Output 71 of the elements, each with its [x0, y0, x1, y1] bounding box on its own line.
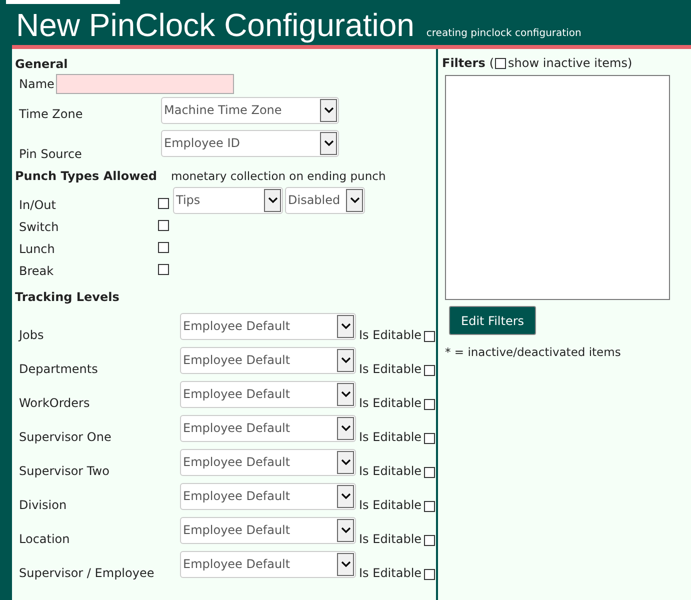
- punch-type-label: Switch: [19, 219, 60, 236]
- collection-state-dropdown[interactable]: Disabled: [285, 186, 365, 214]
- tracking-label: Location: [19, 531, 71, 548]
- page-title: New PinClock Configuration: [16, 6, 414, 45]
- chevron-down-icon: [340, 459, 350, 466]
- punch-type-label: Lunch: [19, 241, 56, 258]
- editable-checkbox[interactable]: [424, 331, 435, 342]
- editable-checkbox[interactable]: [424, 433, 435, 444]
- editable-checkbox[interactable]: [424, 399, 435, 410]
- tracking-dropdown[interactable]: Employee Default: [180, 449, 356, 476]
- editable-label: Is Editable: [359, 497, 422, 514]
- section-heading: Tracking Levels: [15, 289, 120, 306]
- show-inactive-label: show inactive items): [508, 55, 632, 72]
- tracking-label: Supervisor Two: [19, 463, 110, 480]
- tracking-dropdown[interactable]: Employee Default: [180, 415, 356, 442]
- field-label: Name: [19, 76, 54, 93]
- editable-label: Is Editable: [359, 463, 422, 480]
- chevron-down-icon: [340, 493, 350, 500]
- tracking-dropdown[interactable]: Employee Default: [180, 381, 356, 408]
- tracking-dropdown[interactable]: Employee Default: [180, 517, 356, 544]
- open-paren: (: [489, 55, 494, 72]
- page-subtitle: creating pinclock configuration: [426, 27, 582, 41]
- chevron-down-icon: [340, 323, 350, 330]
- chevron-down-icon: [340, 425, 350, 432]
- editable-label: Is Editable: [359, 565, 422, 582]
- editable-label: Is Editable: [359, 361, 422, 378]
- chevron-down-icon: [340, 391, 350, 398]
- time-zone-dropdown[interactable]: Machine Time Zone: [161, 97, 339, 124]
- chevron-down-icon: [340, 561, 350, 568]
- collection-note: monetary collection on ending punch: [171, 168, 386, 185]
- tracking-label: Departments: [19, 361, 99, 378]
- editable-checkbox[interactable]: [424, 365, 435, 376]
- tracking-dropdown[interactable]: Employee Default: [180, 313, 356, 340]
- edit-filters-button[interactable]: Edit Filters: [449, 306, 536, 335]
- field-label: Pin Source: [19, 146, 83, 163]
- chevron-down-icon: [268, 196, 278, 204]
- collection-type-dropdown[interactable]: Tips: [173, 186, 283, 214]
- checkbox[interactable]: [158, 220, 169, 231]
- tracking-label: WorkOrders: [19, 395, 91, 412]
- editable-checkbox[interactable]: [424, 501, 435, 512]
- field-label: Time Zone: [19, 106, 84, 123]
- section-heading: General: [15, 56, 69, 73]
- chevron-down-icon: [340, 357, 350, 364]
- chevron-down-icon: [324, 140, 334, 147]
- pin-source-dropdown[interactable]: Employee ID: [161, 130, 339, 157]
- tracking-dropdown[interactable]: Employee Default: [180, 347, 356, 374]
- filters-heading: Filters: [442, 55, 486, 72]
- checkbox[interactable]: [158, 264, 169, 275]
- section-heading: Punch Types Allowed: [15, 168, 158, 185]
- punch-type-label: Break: [19, 263, 55, 280]
- editable-label: Is Editable: [359, 395, 422, 412]
- chevron-down-icon: [350, 196, 360, 204]
- editable-label: Is Editable: [359, 531, 422, 548]
- tracking-label: Supervisor / Employee: [19, 565, 156, 582]
- tracking-dropdown[interactable]: Employee Default: [180, 483, 356, 510]
- tracking-dropdown[interactable]: Employee Default: [180, 551, 356, 578]
- editable-checkbox[interactable]: [424, 569, 435, 580]
- editable-checkbox[interactable]: [424, 467, 435, 478]
- editable-label: Is Editable: [359, 327, 422, 344]
- tracking-label: Division: [19, 497, 68, 514]
- checkbox[interactable]: [158, 242, 169, 253]
- chevron-down-icon: [340, 527, 350, 534]
- name-field[interactable]: [56, 74, 234, 94]
- tracking-label: Supervisor One: [19, 429, 112, 446]
- editable-label: Is Editable: [359, 429, 422, 446]
- punch-type-label: In/Out: [19, 197, 57, 214]
- editable-checkbox[interactable]: [424, 535, 435, 546]
- chevron-down-icon: [324, 107, 334, 114]
- checkbox[interactable]: [158, 198, 169, 209]
- tracking-label: Jobs: [19, 327, 45, 344]
- filters-footnote: * = inactive/deactivated items: [445, 344, 622, 361]
